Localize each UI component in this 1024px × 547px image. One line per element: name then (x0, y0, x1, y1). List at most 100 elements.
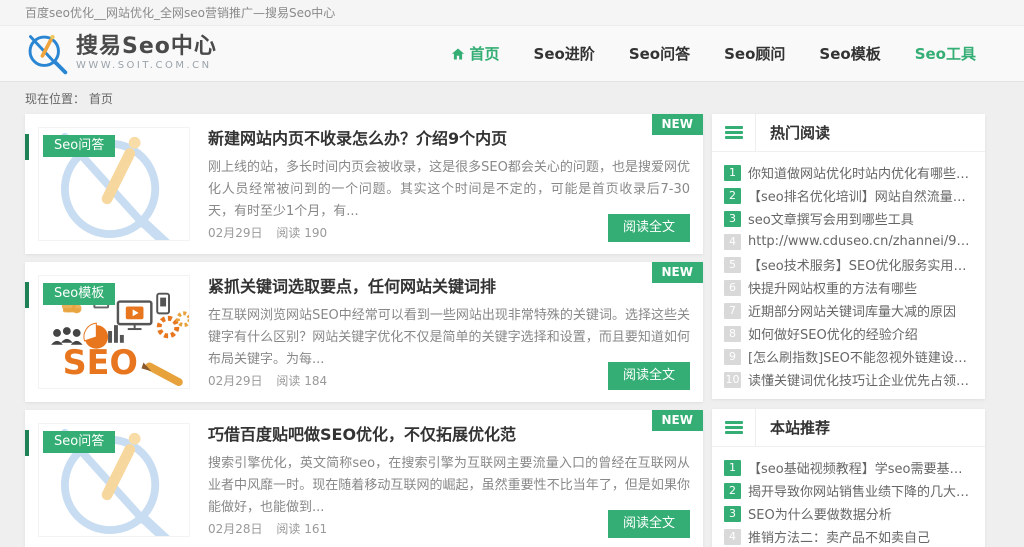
article-body: 紧抓关键词选取要点，任何网站关键词排 在互联网浏览网站SEO中经常可以看到一些网… (190, 275, 690, 390)
site-url: WWW.SOIT.COM.CN (76, 60, 212, 71)
article-thumbnail[interactable]: Seo问答 (38, 423, 190, 537)
hot-read-item[interactable]: 5 【seo技术服务】SEO优化服务实用的三个小... (724, 253, 973, 276)
read-more-button[interactable]: 阅读全文 (607, 214, 690, 242)
recommend-link: SEO为什么要做数据分析 (748, 508, 892, 523)
site-recommend-widget: 本站推荐 1 【seo基础视频教程】学seo需要基础吗 2 揭开导致你网站销售业… (712, 409, 985, 547)
recommend-item[interactable]: 4 推销方法二：卖产品不如卖自己 (724, 525, 973, 547)
nav-home-label: 首页 (469, 45, 500, 63)
nav-seo-template[interactable]: Seo模板 (819, 43, 880, 64)
recommend-item[interactable]: 2 揭开导致你网站销售业绩下降的几大原因 (724, 479, 973, 502)
hot-read-link: 你知道做网站优化时站内优化有哪些技巧么 (748, 167, 973, 182)
recommend-link: 揭开导致你网站销售业绩下降的几大原因 (748, 485, 973, 500)
nav-home[interactable]: 首页 (451, 43, 500, 64)
nav-seo-advanced[interactable]: Seo进阶 (534, 43, 595, 64)
hot-read-item[interactable]: 6 快提升网站权重的方法有哪些 (724, 276, 973, 299)
article-date: 02月28日 (208, 522, 263, 536)
article-read-count: 阅读 190 (276, 226, 328, 240)
rank-badge: 10 (724, 371, 741, 388)
hot-read-link: 【seo技术服务】SEO优化服务实用的三个小... (748, 259, 973, 274)
article-meta: 02月28日 阅读 161 (208, 520, 327, 537)
read-more-button[interactable]: 阅读全文 (607, 362, 690, 390)
article-date: 02月29日 (208, 374, 263, 388)
category-badge[interactable]: Seo模板 (43, 283, 116, 305)
article-read-count: 阅读 161 (276, 522, 328, 536)
article-title[interactable]: 紧抓关键词选取要点，任何网站关键词排 (208, 276, 690, 298)
rank-badge: 3 (724, 210, 741, 227)
hot-read-item[interactable]: 10 读懂关键词优化技巧让企业优先占领商机 (724, 368, 973, 391)
rank-badge: 6 (724, 279, 741, 296)
hot-read-item[interactable]: 9 [怎么刷指数]SEO不能忽视外链建设，更要注... (724, 345, 973, 368)
site-name: 搜易Seo中心 (76, 34, 217, 59)
hot-reads-widget: 热门阅读 1 你知道做网站优化时站内优化有哪些技巧么 2 【seo排名优化培训】… (712, 114, 985, 399)
hot-reads-title: 热门阅读 (770, 124, 831, 142)
rank-badge: 4 (724, 528, 741, 545)
hot-reads-header: 热门阅读 (712, 114, 985, 152)
site-logo[interactable]: 搜易Seo中心 WWW.SOIT.COM.CN (25, 32, 217, 76)
main-nav: 首页 Seo进阶 Seo问答 Seo顾问 Seo模板 Seo工具 (451, 43, 976, 64)
list-menu-icon (712, 409, 756, 446)
hot-read-link: [怎么刷指数]SEO不能忽视外链建设，更要注... (748, 351, 973, 366)
card-ribbon (25, 430, 29, 456)
article-date: 02月29日 (208, 226, 263, 240)
article-meta: 02月29日 阅读 190 (208, 224, 327, 241)
logo-magnifier-icon (28, 34, 68, 74)
hot-reads-list: 1 你知道做网站优化时站内优化有哪些技巧么 2 【seo排名优化培训】网站自然流… (712, 152, 985, 399)
rank-badge: 2 (724, 187, 741, 204)
hot-read-link: seo文章撰写会用到哪些工具 (748, 213, 914, 228)
rank-badge: 1 (724, 164, 741, 181)
svg-text:SEO: SEO (63, 343, 138, 382)
site-recommend-list: 1 【seo基础视频教程】学seo需要基础吗 2 揭开导致你网站销售业绩下降的几… (712, 447, 985, 547)
hot-read-link: 【seo排名优化培训】网站自然流量有什么价... (748, 190, 973, 205)
article-body: 新建网站内页不收录怎么办？介绍9个内页 刚上线的站，多长时间内页会被收录，这是很… (190, 127, 690, 242)
topbar-title: 百度seo优化__网站优化_全网seo营销推广—搜易Seo中心 (25, 6, 336, 20)
hot-read-item[interactable]: 3 seo文章撰写会用到哪些工具 (724, 207, 973, 230)
nav-seo-tools[interactable]: Seo工具 (915, 43, 976, 64)
article-body: 巧借百度贴吧做SEO优化，不仅拓展优化范 搜索引擎优化，英文简称seo，在搜索引… (190, 423, 690, 538)
article-card: NEW SEO Seo模板 紧抓关键词选取要点，任何网站关键词排 在互联网浏览网… (25, 262, 703, 402)
recommend-link: 【seo基础视频教程】学seo需要基础吗 (748, 462, 973, 477)
breadcrumb: 现在位置： 首页 (25, 90, 1024, 107)
article-title[interactable]: 巧借百度贴吧做SEO优化，不仅拓展优化范 (208, 424, 690, 446)
rank-badge: 9 (724, 348, 741, 365)
category-badge[interactable]: Seo问答 (43, 431, 116, 453)
site-recommend-title: 本站推荐 (770, 419, 831, 437)
article-thumbnail[interactable]: SEO Seo模板 (38, 275, 190, 389)
rank-badge: 3 (724, 505, 741, 522)
hot-read-item[interactable]: 8 如何做好SEO优化的经验介绍 (724, 322, 973, 345)
site-header: 搜易Seo中心 WWW.SOIT.COM.CN 首页 Seo进阶 Seo问答 S… (0, 26, 1024, 82)
rank-badge: 4 (724, 233, 741, 250)
article-thumbnail[interactable]: Seo问答 (38, 127, 190, 241)
category-badge[interactable]: Seo问答 (43, 135, 116, 157)
nav-seo-qa[interactable]: Seo问答 (629, 43, 690, 64)
card-ribbon (25, 282, 29, 308)
logo-text: 搜易Seo中心 WWW.SOIT.COM.CN (76, 35, 217, 72)
hot-read-item[interactable]: 2 【seo排名优化培训】网站自然流量有什么价... (724, 184, 973, 207)
recommend-item[interactable]: 1 【seo基础视频教程】学seo需要基础吗 (724, 456, 973, 479)
rank-badge: 8 (724, 325, 741, 342)
article-meta: 02月29日 阅读 184 (208, 372, 327, 389)
topbar: 百度seo优化__网站优化_全网seo营销推广—搜易Seo中心 (0, 0, 1024, 26)
article-card: NEW Seo问答 巧借百度贴吧做SEO优化，不仅拓展优化范 搜索引擎优化，英文… (25, 410, 703, 547)
list-menu-icon (712, 114, 756, 151)
hot-read-link: 读懂关键词优化技巧让企业优先占领商机 (748, 374, 973, 389)
article-card: NEW Seo问答 新建网站内页不收录怎么办？介绍9个内页 刚上线的站，多长时间… (25, 114, 703, 254)
article-title[interactable]: 新建网站内页不收录怎么办？介绍9个内页 (208, 128, 690, 150)
home-icon (451, 47, 464, 60)
read-more-button[interactable]: 阅读全文 (607, 510, 690, 538)
rank-badge: 5 (724, 256, 741, 273)
hot-read-item[interactable]: 4 http://www.cduseo.cn/zhannei/902.html.… (724, 230, 973, 253)
breadcrumb-label: 现在位置： (25, 92, 86, 106)
hot-read-link: 快提升网站权重的方法有哪些 (748, 282, 918, 297)
main-content: NEW Seo问答 新建网站内页不收录怎么办？介绍9个内页 刚上线的站，多长时间… (25, 114, 985, 547)
hot-read-item[interactable]: 1 你知道做网站优化时站内优化有哪些技巧么 (724, 161, 973, 184)
nav-seo-consultant[interactable]: Seo顾问 (724, 43, 785, 64)
rank-badge: 2 (724, 482, 741, 499)
recommend-item[interactable]: 3 SEO为什么要做数据分析 (724, 502, 973, 525)
breadcrumb-home-link[interactable]: 首页 (89, 92, 113, 106)
hot-read-item[interactable]: 7 近期部分网站关键词库量大减的原因 (724, 299, 973, 322)
rank-badge: 1 (724, 459, 741, 476)
site-recommend-header: 本站推荐 (712, 409, 985, 447)
hot-read-link: 近期部分网站关键词库量大减的原因 (748, 305, 957, 320)
sidebar: 热门阅读 1 你知道做网站优化时站内优化有哪些技巧么 2 【seo排名优化培训】… (712, 114, 985, 547)
card-ribbon (25, 134, 29, 160)
